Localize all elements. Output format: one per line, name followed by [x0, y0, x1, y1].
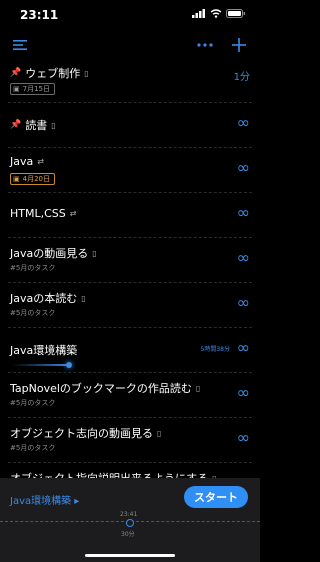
- task-title-text: TapNovelのブックマークの作品読む: [10, 382, 192, 395]
- infinity-icon: ∞: [236, 158, 250, 177]
- task-row[interactable]: Java ⇄ ▣ 4月20日 ∞: [8, 148, 252, 193]
- task-title-text: 読書: [25, 119, 48, 132]
- task-title: オブジェクト志向の動画見る ▯: [10, 425, 161, 441]
- calendar-icon: ▣: [13, 85, 20, 93]
- battery-icon: [226, 9, 245, 18]
- task-title-text: ウェブ制作: [25, 67, 81, 80]
- task-duration: 1分: [233, 72, 250, 83]
- timeline-duration: 30分: [121, 531, 135, 538]
- timeline-end-time: 23:41: [120, 511, 138, 518]
- task-row[interactable]: TapNovelのブックマークの作品読む ▯ #5月のタスク ∞: [8, 373, 252, 418]
- infinity-icon: ∞: [236, 248, 250, 267]
- add-task-button[interactable]: [228, 34, 250, 56]
- list-menu-icon: [13, 40, 27, 50]
- task-title: Java環境構築: [10, 342, 77, 358]
- task-row[interactable]: 📌 ウェブ制作 ▯ ▣ 7月15日 1分: [8, 58, 252, 103]
- task-title-text: Java: [10, 155, 34, 168]
- note-icon: ▯: [92, 248, 97, 258]
- home-indicator: [85, 554, 175, 557]
- task-title: 📌 ウェブ制作 ▯: [10, 65, 89, 81]
- task-row-active[interactable]: Java環境構築 5時間38分 ∞: [8, 328, 252, 373]
- more-button[interactable]: [194, 34, 216, 56]
- infinity-icon: ∞: [236, 113, 250, 132]
- progress-bar: [12, 364, 70, 366]
- repeat-icon: ⇄: [37, 157, 44, 166]
- task-title: 📌 読書 ▯: [10, 117, 56, 133]
- task-sub: ▣ 4月20日: [10, 173, 55, 185]
- infinity-icon: ∞: [236, 338, 250, 357]
- task-title: Javaの本読む ▯: [10, 290, 86, 306]
- note-icon: ▯: [157, 428, 162, 438]
- task-row[interactable]: HTML,CSS ⇄ ∞: [8, 193, 252, 238]
- pin-icon: 📌: [10, 68, 22, 78]
- task-title-text: HTML,CSS: [10, 207, 66, 220]
- note-icon: ▯: [195, 383, 201, 393]
- task-title-text: Javaの本読む: [10, 292, 78, 305]
- progress-indicator: [66, 362, 72, 368]
- task-row[interactable]: オブジェクト志向の動画見る ▯ #5月のタスク ∞: [8, 418, 252, 463]
- infinity-icon: ∞: [236, 203, 250, 222]
- calendar-icon: ▣: [13, 175, 20, 183]
- task-title: オブジェクト指向説明出来るようにする ▯: [10, 470, 217, 478]
- task-row[interactable]: Javaの本読む ▯ #5月のタスク ∞: [8, 283, 252, 328]
- infinity-icon: ∞: [236, 293, 250, 312]
- task-title-text: Java環境構築: [10, 344, 78, 357]
- due-date-badge: ▣ 4月20日: [10, 173, 55, 185]
- task-tag: #5月のタスク: [10, 264, 56, 272]
- task-tag: #5月のタスク: [10, 444, 56, 452]
- timeline-marker[interactable]: [126, 519, 134, 527]
- plus-icon: [232, 38, 246, 52]
- elapsed-time: 5時間38分: [200, 346, 230, 353]
- infinity-icon: ∞: [236, 428, 250, 447]
- due-date-text: 4月20日: [22, 175, 50, 183]
- repeat-icon: ⇄: [69, 209, 77, 218]
- infinity-icon: ∞: [236, 383, 250, 402]
- status-bar: 23:11: [0, 0, 260, 30]
- status-time: 23:11: [20, 8, 59, 22]
- status-icons: [192, 9, 246, 18]
- note-icon: ▯: [51, 120, 56, 130]
- task-title: Java ⇄: [10, 155, 44, 168]
- task-title: HTML,CSS ⇄: [10, 207, 76, 220]
- signal-icon: [192, 9, 205, 18]
- task-title: TapNovelのブックマークの作品読む ▯: [10, 380, 200, 396]
- note-icon: ▯: [81, 293, 86, 303]
- more-dots-icon: [197, 43, 213, 47]
- task-title-text: Javaの動画見る: [10, 247, 89, 260]
- note-icon: ▯: [84, 68, 89, 78]
- task-title-text: オブジェクト指向説明出来るようにする: [10, 470, 208, 478]
- task-list: 📌 ウェブ制作 ▯ ▣ 7月15日 1分 📌 読書 ▯ ∞ Java ⇄ ▣ 4…: [0, 58, 260, 478]
- task-tag: #5月のタスク: [10, 399, 56, 407]
- current-task-link[interactable]: Java環境構築 ▸: [10, 492, 79, 507]
- task-row[interactable]: Javaの動画見る ▯ #5月のタスク ∞: [8, 238, 252, 283]
- task-sub: ▣ 7月15日: [10, 83, 55, 95]
- pin-icon: 📌: [10, 120, 22, 130]
- due-date-text: 7月15日: [22, 85, 50, 93]
- task-title-text: オブジェクト志向の動画見る: [10, 427, 153, 440]
- task-row[interactable]: オブジェクト指向説明出来るようにする ▯: [8, 463, 252, 478]
- now-playing-bar: Java環境構築 ▸ スタート 23:41 30分: [0, 478, 260, 562]
- due-date-badge: ▣ 7月15日: [10, 83, 55, 95]
- task-row[interactable]: 📌 読書 ▯ ∞: [8, 103, 252, 148]
- wifi-icon: [210, 9, 222, 18]
- menu-button[interactable]: [10, 34, 32, 56]
- task-title: Javaの動画見る ▯: [10, 245, 97, 261]
- task-tag: #5月のタスク: [10, 309, 56, 317]
- start-button[interactable]: スタート: [184, 486, 248, 508]
- toolbar: [0, 30, 260, 60]
